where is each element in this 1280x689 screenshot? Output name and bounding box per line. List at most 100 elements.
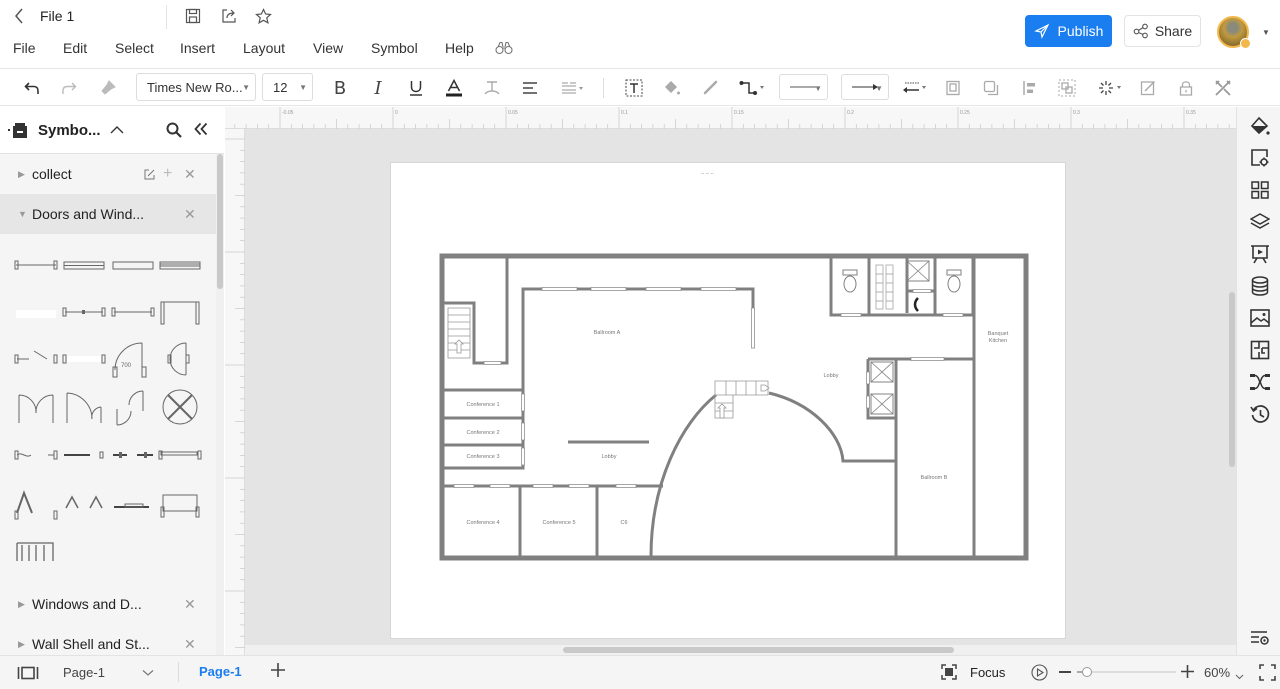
vertical-scroll-thumb[interactable] xyxy=(1229,292,1235,467)
presentation-icon[interactable] xyxy=(1249,243,1271,265)
canvas-area[interactable]: -0.05 0 0.05 0.1 0.15 0.2 0.25 0.3 0.35 -- -- -- xyxy=(225,107,1236,655)
line-spacing-icon[interactable] xyxy=(560,78,586,98)
symbol-item[interactable] xyxy=(111,292,155,332)
history-icon[interactable] xyxy=(1249,403,1271,425)
close-icon[interactable]: ✕ xyxy=(184,166,196,183)
symbol-item[interactable] xyxy=(158,435,202,475)
menu-symbol[interactable]: Symbol xyxy=(371,40,418,56)
zoom-slider-handle[interactable] xyxy=(1081,667,1092,677)
symbol-item[interactable] xyxy=(14,292,58,332)
focus-icon[interactable] xyxy=(941,664,957,683)
menu-edit[interactable]: Edit xyxy=(63,40,87,56)
symbol-item[interactable] xyxy=(158,245,202,285)
menu-file[interactable]: File xyxy=(13,40,36,56)
tab-page-1[interactable]: Page-1 xyxy=(199,664,242,679)
add-page-icon[interactable] xyxy=(271,663,285,680)
symbol-item[interactable] xyxy=(14,483,58,523)
bring-front-icon[interactable] xyxy=(942,78,964,98)
menu-insert[interactable]: Insert xyxy=(180,40,215,56)
font-family-select[interactable]: Times New Ro... ▼ xyxy=(136,73,256,101)
lock-icon[interactable] xyxy=(1175,78,1197,98)
font-color-icon[interactable] xyxy=(443,78,465,98)
symbol-item[interactable] xyxy=(62,339,106,379)
style-fill-icon[interactable] xyxy=(1249,115,1271,137)
focus-label[interactable]: Focus xyxy=(970,665,1005,680)
symbol-item[interactable] xyxy=(14,387,58,427)
page-layout-icon[interactable] xyxy=(17,666,39,683)
outer-wall[interactable] xyxy=(439,253,1029,561)
edit-icon[interactable] xyxy=(144,167,155,183)
symbol-item[interactable] xyxy=(158,483,202,523)
zoom-slider[interactable] xyxy=(1077,667,1176,677)
symbol-item[interactable] xyxy=(158,292,202,332)
curved-wall[interactable] xyxy=(649,393,717,557)
library-windows-doors[interactable]: ▶ Windows and D... ✕ xyxy=(0,584,216,624)
user-avatar[interactable] xyxy=(1217,16,1251,49)
bold-icon[interactable]: B xyxy=(329,78,351,99)
grid-icon[interactable] xyxy=(1249,179,1271,201)
zoom-in-button[interactable] xyxy=(1181,665,1194,681)
align-icon[interactable] xyxy=(519,78,541,98)
menu-select[interactable]: Select xyxy=(115,40,154,56)
image-icon[interactable] xyxy=(1249,307,1271,329)
page-settings-icon[interactable] xyxy=(1249,147,1271,169)
binoculars-icon[interactable] xyxy=(494,38,514,58)
edit-shape-icon[interactable] xyxy=(1137,78,1159,98)
undo-icon[interactable] xyxy=(21,78,43,98)
drawing-page[interactable]: -- -- -- Ballroom A Lobby Lobby Banquet … xyxy=(390,162,1066,639)
star-icon[interactable] xyxy=(253,6,273,26)
fullscreen-icon[interactable] xyxy=(1259,664,1276,684)
floor-plan[interactable]: Ballroom A Lobby Lobby Banquet Kitchen B… xyxy=(391,163,1067,640)
library-collect[interactable]: ▶ collect + ✕ xyxy=(0,154,216,194)
library-doors-windows[interactable]: ▼ Doors and Wind... ✕ xyxy=(0,194,216,234)
menu-help[interactable]: Help xyxy=(445,40,474,56)
symbol-item[interactable] xyxy=(111,483,155,523)
redo-icon[interactable] xyxy=(58,78,80,98)
symbol-item[interactable] xyxy=(14,435,58,475)
menu-view[interactable]: View xyxy=(313,40,343,56)
wall[interactable] xyxy=(829,256,975,317)
layers-icon[interactable] xyxy=(1249,211,1271,233)
send-back-icon[interactable] xyxy=(980,78,1002,98)
chevron-down-icon[interactable] xyxy=(1235,668,1244,683)
export-icon[interactable] xyxy=(219,6,239,26)
file-title[interactable]: File 1 xyxy=(40,8,74,24)
fill-color-icon[interactable] xyxy=(661,78,683,98)
play-icon[interactable] xyxy=(1031,664,1048,684)
horizontal-scroll-thumb[interactable] xyxy=(563,647,954,653)
sidebar-scroll-thumb[interactable] xyxy=(217,154,223,289)
effects-icon[interactable] xyxy=(1097,78,1125,98)
text-box-icon[interactable] xyxy=(623,78,645,98)
publish-button[interactable]: Publish xyxy=(1025,15,1112,47)
underline-icon[interactable] xyxy=(405,78,427,98)
close-icon[interactable]: ✕ xyxy=(184,596,196,613)
zoom-level[interactable]: 60% xyxy=(1204,665,1230,680)
format-painter-icon[interactable] xyxy=(97,78,119,98)
symbol-item[interactable]: 700 xyxy=(111,339,155,379)
save-icon[interactable] xyxy=(183,6,203,26)
curved-wall[interactable] xyxy=(768,391,896,463)
line-style-select[interactable]: ▼ xyxy=(779,74,828,100)
symbol-item[interactable] xyxy=(62,483,106,523)
symbol-item[interactable] xyxy=(62,292,106,332)
horizontal-scrollbar[interactable] xyxy=(245,645,1236,655)
symbol-item[interactable] xyxy=(111,435,155,475)
symbol-item[interactable] xyxy=(62,387,106,427)
symbol-item[interactable] xyxy=(111,245,155,285)
line-color-icon[interactable] xyxy=(699,78,721,98)
chevron-up-icon[interactable] xyxy=(110,122,124,140)
add-icon[interactable]: + xyxy=(163,165,172,183)
account-dropdown-icon[interactable]: ▼ xyxy=(1262,28,1270,37)
share-button[interactable]: Share xyxy=(1124,15,1201,47)
panel-settings-icon[interactable] xyxy=(1249,627,1271,649)
symbol-item[interactable] xyxy=(14,339,58,379)
italic-icon[interactable]: I xyxy=(367,78,389,99)
page-select[interactable]: Page-1 xyxy=(63,665,105,680)
arrow-style-select[interactable]: ▼ xyxy=(841,74,889,100)
symbol-item[interactable] xyxy=(111,387,155,427)
symbol-item[interactable] xyxy=(62,435,106,475)
text-style-icon[interactable] xyxy=(481,78,503,98)
back-icon[interactable] xyxy=(9,6,29,26)
search-icon[interactable] xyxy=(166,122,182,143)
wall[interactable] xyxy=(521,287,755,390)
